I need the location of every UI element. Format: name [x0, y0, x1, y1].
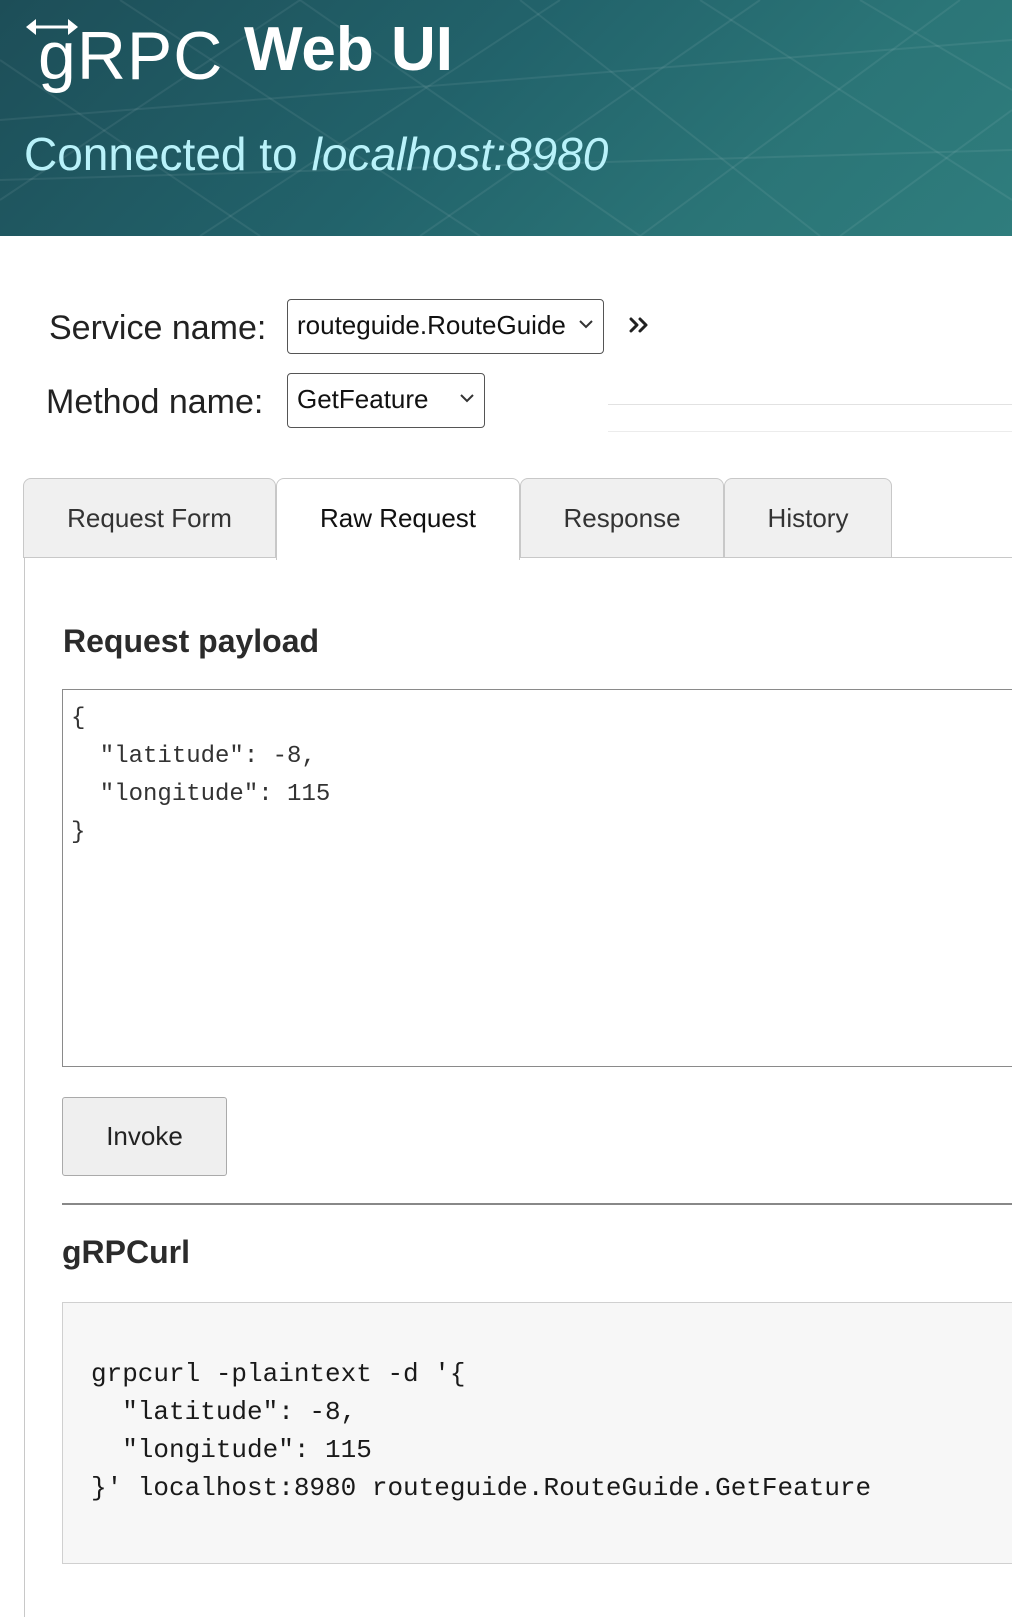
app-header: gRPC Web UI Connected to localhost:8980: [0, 0, 1012, 236]
request-payload-editor[interactable]: { "latitude": -8, "longitude": 115 }: [62, 689, 1012, 1067]
tab-history[interactable]: History: [724, 478, 892, 558]
service-name-label: Service name:: [49, 309, 267, 347]
request-payload-title: Request payload: [63, 623, 320, 659]
method-description-strip: [608, 404, 1012, 432]
tab-response[interactable]: Response: [520, 478, 724, 558]
tab-request-form[interactable]: Request Form: [23, 478, 276, 558]
section-divider: [62, 1203, 1012, 1205]
grpcurl-title: gRPCurl: [62, 1234, 190, 1270]
grpc-logo-text: gRPC: [38, 18, 224, 94]
double-chevron-right-icon[interactable]: [628, 314, 650, 336]
method-name-select[interactable]: GetFeature: [287, 373, 485, 428]
connected-prefix: Connected to: [24, 128, 298, 180]
invoke-button[interactable]: Invoke: [62, 1097, 227, 1176]
grpcurl-command-box: grpcurl -plaintext -d '{ "latitude": -8,…: [62, 1302, 1012, 1564]
service-name-select[interactable]: routeguide.RouteGuide: [287, 299, 604, 354]
chevron-down-icon: [460, 394, 474, 403]
app-title: Web UI: [244, 15, 453, 84]
service-name-value: routeguide.RouteGuide: [297, 310, 566, 340]
method-name-label: Method name:: [46, 383, 264, 421]
request-payload-text[interactable]: { "latitude": -8, "longitude": 115 }: [71, 700, 1012, 852]
grpcurl-command-text[interactable]: grpcurl -plaintext -d '{ "latitude": -8,…: [91, 1355, 1012, 1507]
chevron-down-icon: [579, 320, 593, 329]
connected-host: localhost:8980: [311, 128, 609, 180]
method-name-value: GetFeature: [297, 384, 429, 414]
connection-status: Connected to localhost:8980: [24, 126, 608, 182]
tab-raw-request[interactable]: Raw Request: [276, 478, 520, 560]
